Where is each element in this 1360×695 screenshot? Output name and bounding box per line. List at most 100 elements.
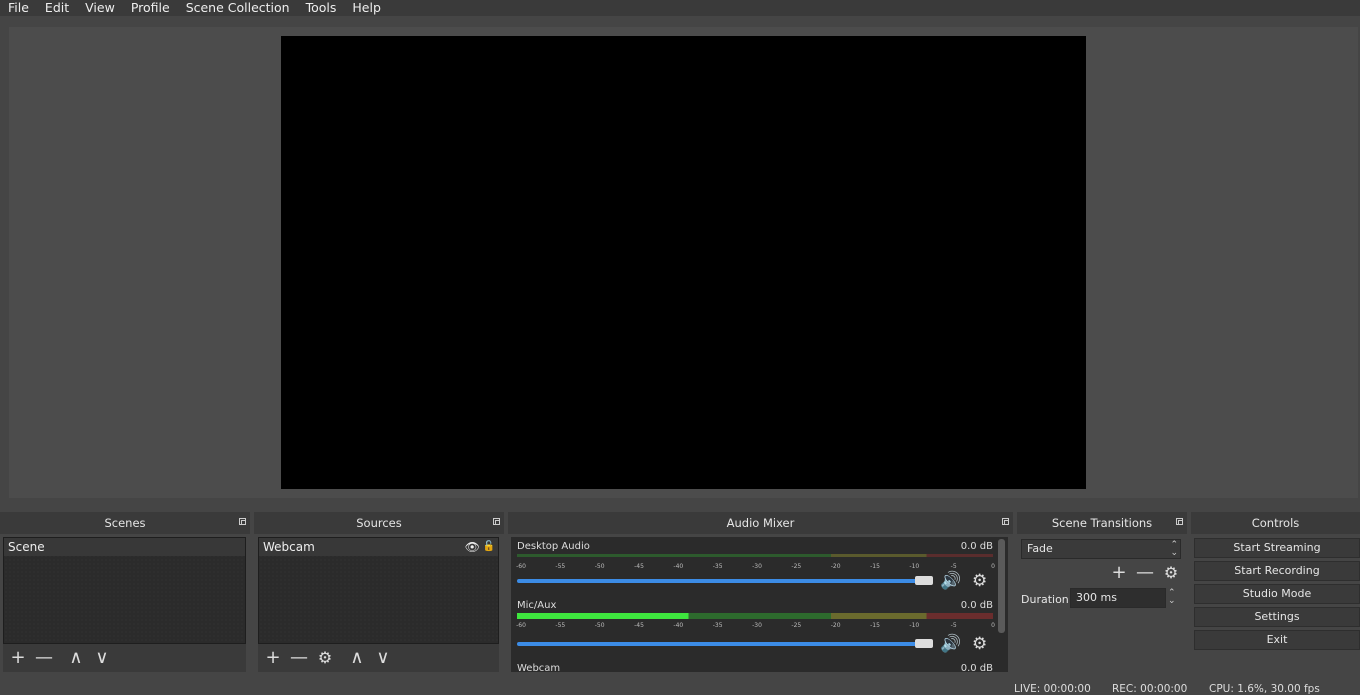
scenes-title: Scenes [104, 516, 146, 530]
meter-tick-label: -10 [909, 622, 920, 629]
gear-icon[interactable]: ⚙ [314, 647, 336, 669]
add-transition-icon[interactable]: + [1108, 562, 1130, 584]
meter-tick-label: -55 [555, 622, 566, 629]
meter-tick-label: -15 [870, 622, 880, 629]
volume-slider[interactable] [517, 642, 927, 646]
mixer-scrollbar[interactable] [998, 539, 1005, 633]
transitions-dock-title: Scene Transitions [1017, 512, 1187, 534]
meter-tick-label: -45 [634, 563, 644, 570]
transitions-title: Scene Transitions [1051, 516, 1153, 530]
start-recording-button[interactable]: Start Recording [1194, 561, 1360, 581]
lock-icon[interactable]: 🔓 [483, 538, 495, 556]
rec-timer: REC: 00:00:00 [1112, 683, 1188, 695]
duration-value: 300 ms [1076, 591, 1117, 604]
settings-button[interactable]: Settings [1194, 607, 1360, 627]
move-down-icon[interactable]: ∨ [372, 647, 394, 669]
menu-scene-collection[interactable]: Scene Collection [178, 1, 298, 15]
duration-label: Duration [1021, 593, 1069, 606]
meter-tick-label: -5 [950, 622, 957, 629]
duration-input[interactable]: 300 ms [1070, 588, 1166, 608]
volume-slider[interactable] [517, 579, 927, 583]
audio-mixer-dock: Audio Mixer Desktop Audio 0.0 dB -60 -55 -… [508, 512, 1013, 672]
meter-tick-label: -50 [594, 563, 605, 570]
meter-tick-label: -45 [634, 622, 644, 629]
speaker-icon[interactable]: 🔊 [940, 572, 961, 590]
exit-button[interactable]: Exit [1194, 630, 1360, 650]
mixer-channel-desktop: Desktop Audio 0.0 dB -60 -55 -50 -45 -40 -35 -… [516, 541, 995, 597]
channel-name: Mic/Aux [517, 600, 557, 611]
source-item[interactable]: Webcam 👁 🔓 [259, 538, 498, 556]
start-streaming-button[interactable]: Start Streaming [1194, 538, 1360, 558]
cpu-fps-status: CPU: 1.6%, 30.00 fps [1209, 683, 1320, 695]
gear-icon[interactable]: ⚙ [972, 572, 987, 590]
meter-tick-label: -40 [673, 622, 684, 629]
mixer-title: Audio Mixer [726, 516, 795, 530]
transition-select[interactable]: Fade ⌃ ⌄ [1021, 539, 1181, 559]
duration-stepper-icon[interactable]: ⌃ ⌄ [1168, 589, 1176, 606]
menu-help[interactable]: Help [344, 1, 389, 15]
sources-toolbar: + — ⚙ ∧ ∨ [258, 644, 499, 672]
channel-db: 0.0 dB [960, 541, 993, 552]
meter-tick-label: -35 [712, 563, 723, 570]
channel-name: Webcam [517, 663, 561, 672]
add-scene-icon[interactable]: + [7, 647, 29, 669]
channel-name: Desktop Audio [517, 541, 590, 552]
add-source-icon[interactable]: + [262, 647, 284, 669]
meter-tick-label: -60 [516, 563, 526, 570]
mixer-body: Desktop Audio 0.0 dB -60 -55 -50 -45 -40 -35-… [511, 537, 1008, 672]
menu-file[interactable]: File [0, 1, 37, 15]
sources-dock: Sources Webcam 👁 🔓 + — ⚙ ∧ ∨ [254, 512, 504, 672]
meter-tick-label: 0 [991, 622, 995, 629]
meter-tick-label: -10 [909, 563, 920, 570]
remove-scene-icon[interactable]: — [33, 647, 55, 669]
dock-float-icon[interactable] [1002, 518, 1009, 525]
speaker-icon[interactable]: 🔊 [940, 635, 961, 653]
scenes-dock: Scenes Scene + — ∧ ∨ [0, 512, 250, 672]
eye-icon[interactable]: 👁 [465, 538, 480, 556]
controls-dock-title: Controls [1191, 512, 1360, 534]
controls-title: Controls [1251, 516, 1300, 530]
volume-slider-handle[interactable] [915, 639, 933, 648]
channel-db: 0.0 dB [960, 663, 993, 672]
remove-source-icon[interactable]: — [288, 647, 310, 669]
controls-dock: Controls Start Streaming Start Recording… [1191, 512, 1360, 672]
scene-transitions-dock: Scene Transitions Fade ⌃ ⌄ + — ⚙ Duration… [1017, 512, 1187, 672]
gear-icon[interactable]: ⚙ [972, 635, 987, 653]
volume-slider-handle[interactable] [915, 576, 933, 585]
menu-view[interactable]: View [77, 1, 123, 15]
move-down-icon[interactable]: ∨ [91, 647, 113, 669]
mixer-channel-webcam: Webcam 0.0 dB [517, 663, 993, 672]
sources-dock-title: Sources [254, 512, 504, 534]
mixer-channel-mic: Mic/Aux 0.0 dB -60 -55 -50 -45 -40 -35 -30 -25-… [516, 600, 995, 658]
preview-canvas[interactable] [281, 36, 1086, 489]
channel-db: 0.0 dB [960, 600, 993, 611]
dock-float-icon[interactable] [493, 518, 500, 525]
sources-title: Sources [356, 516, 402, 530]
meter-tick-label: -30 [752, 622, 762, 629]
meter-tick-label: -40 [673, 563, 684, 570]
meter-tick-label: -55 [555, 563, 566, 570]
menu-tools[interactable]: Tools [298, 1, 345, 15]
scenes-dock-title: Scenes [0, 512, 250, 534]
dock-float-icon[interactable] [239, 518, 246, 525]
scene-item[interactable]: Scene [4, 538, 245, 556]
scenes-toolbar: + — ∧ ∨ [3, 644, 246, 672]
dock-float-icon[interactable] [1176, 518, 1183, 525]
move-up-icon[interactable]: ∧ [65, 647, 87, 669]
meter-tick-label: -20 [830, 622, 841, 629]
meter-tick-label: -50 [594, 622, 605, 629]
remove-transition-icon[interactable]: — [1134, 562, 1156, 584]
meter-tick-label: 0 [991, 563, 995, 570]
meter-tick-label: -25 [791, 563, 802, 570]
gear-icon[interactable]: ⚙ [1160, 562, 1182, 584]
move-up-icon[interactable]: ∧ [346, 647, 368, 669]
meter-tick-label: -15 [870, 563, 880, 570]
live-timer: LIVE: 00:00:00 [1014, 683, 1091, 695]
chevron-updown-icon: ⌃ ⌄ [1170, 540, 1178, 558]
studio-mode-button[interactable]: Studio Mode [1194, 584, 1360, 604]
source-item-label: Webcam [263, 540, 315, 554]
volume-meter [517, 613, 993, 619]
menu-bar: File Edit View Profile Scene Collection … [0, 0, 1360, 16]
menu-profile[interactable]: Profile [123, 1, 178, 15]
menu-edit[interactable]: Edit [37, 1, 77, 15]
